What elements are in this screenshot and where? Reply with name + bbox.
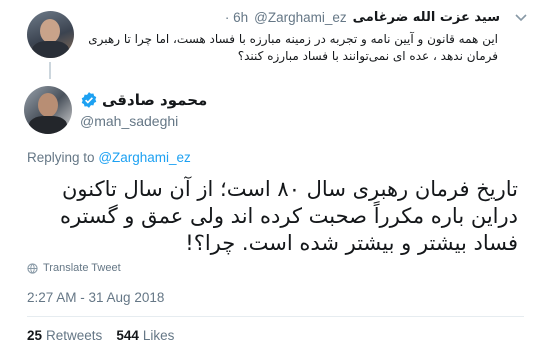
parent-author-name[interactable]: سید عزت الله ضرغامی <box>353 10 500 25</box>
replying-to-link[interactable]: @Zarghami_ez <box>98 150 191 165</box>
replying-prefix: Replying to <box>27 150 95 165</box>
globe-icon <box>27 262 38 274</box>
likes-label: Likes <box>142 328 175 343</box>
chevron-down-icon[interactable] <box>515 14 527 22</box>
parent-tweet-time[interactable]: · 6h <box>225 10 248 25</box>
retweets-stat[interactable]: 25 Retweets <box>27 328 102 343</box>
parent-author-handle[interactable]: @Zarghami_ez <box>254 10 347 25</box>
author-name[interactable]: محمود صادقی <box>102 91 207 109</box>
retweets-count: 25 <box>27 328 43 343</box>
translate-tweet-button[interactable]: Translate Tweet <box>27 262 121 274</box>
verified-icon <box>81 92 97 108</box>
likes-count: 544 <box>116 328 139 343</box>
tweet-stats: 25 Retweets 544 Likes <box>27 328 174 343</box>
author-name-row[interactable]: محمود صادقی <box>80 91 207 109</box>
tweet-text: تاریخ فرمان رهبری سال ۸۰ است؛ از آن سال … <box>59 177 518 255</box>
divider <box>27 316 524 317</box>
parent-tweet-text: این همه قانون و آیین نامه و تجربه در زمی… <box>88 32 498 63</box>
retweets-label: Retweets <box>46 328 103 343</box>
author-handle[interactable]: @mah_sadeghi <box>80 113 178 129</box>
author-avatar[interactable] <box>24 86 72 134</box>
replying-to: Replying to @Zarghami_ez <box>27 150 191 165</box>
translate-tweet-label[interactable]: Translate Tweet <box>43 262 121 274</box>
parent-tweet[interactable]: سید عزت الله ضرغامی @Zarghami_ez · 6h ای… <box>0 0 540 80</box>
tweet-timestamp[interactable]: 2:27 AM - 31 Aug 2018 <box>27 290 164 305</box>
parent-header: سید عزت الله ضرغامی @Zarghami_ez · 6h <box>225 10 500 25</box>
thread-line <box>49 62 51 79</box>
likes-stat[interactable]: 544 Likes <box>116 328 174 343</box>
parent-avatar[interactable] <box>27 11 74 58</box>
